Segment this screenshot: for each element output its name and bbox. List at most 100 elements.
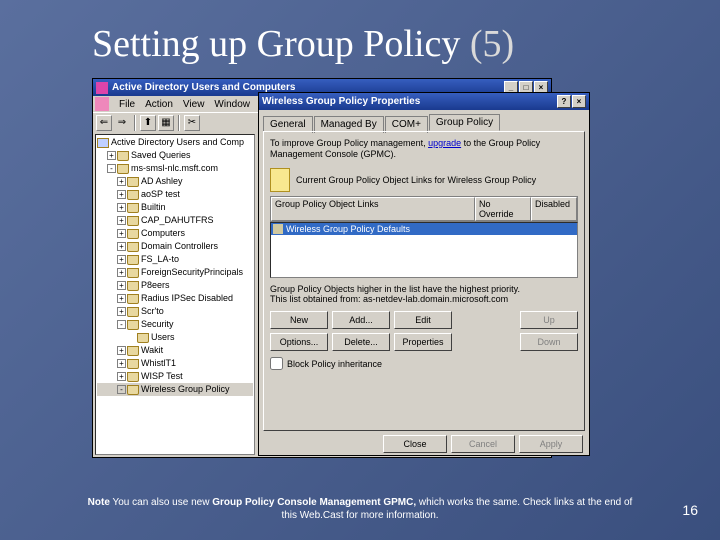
tree-label: Radius IPSec Disabled (141, 292, 233, 305)
tree-node[interactable]: + Computers (97, 227, 253, 240)
cancel-button[interactable]: Cancel (451, 435, 515, 453)
expand-toggle[interactable]: - (117, 320, 126, 329)
expand-toggle[interactable]: + (117, 177, 126, 186)
ou-icon (137, 333, 149, 343)
expand-toggle[interactable]: + (117, 359, 126, 368)
menu-window[interactable]: Window (214, 99, 250, 110)
ou-icon (127, 255, 139, 265)
expand-toggle[interactable]: + (117, 307, 126, 316)
tree-node[interactable]: +P8eers (97, 279, 253, 292)
up-button[interactable]: ⬆ (140, 115, 156, 131)
tree-node[interactable]: -Security (97, 318, 253, 331)
expand-toggle[interactable]: + (117, 203, 126, 212)
delete-button[interactable]: Delete... (332, 333, 390, 351)
tree-root[interactable]: Active Directory Users and Comp (97, 136, 253, 149)
tree-label: AD Ashley (141, 175, 183, 188)
expand-toggle[interactable]: + (117, 346, 126, 355)
tree-node[interactable]: -Wireless Group Policy (97, 383, 253, 396)
expand-toggle[interactable]: - (107, 164, 116, 173)
tree-node[interactable]: + WISP Test (97, 370, 253, 383)
expand-toggle[interactable]: + (117, 268, 126, 277)
tree-node[interactable]: +Saved Queries (97, 149, 253, 162)
tree-node[interactable]: +CAP_DAHUTFRS (97, 214, 253, 227)
tree-node[interactable]: + Radius IPSec Disabled (97, 292, 253, 305)
back-button[interactable]: ⇐ (96, 115, 112, 131)
properties-button[interactable]: Properties (394, 333, 452, 351)
tab-group-policy[interactable]: Group Policy (429, 114, 500, 131)
col-no-override[interactable]: No Override (475, 197, 531, 221)
expand-toggle[interactable]: + (117, 190, 126, 199)
expand-toggle[interactable]: + (117, 372, 126, 381)
ou-icon (127, 372, 139, 382)
tree-label: aoSP test (141, 188, 180, 201)
ou-icon (127, 346, 139, 356)
expand-toggle[interactable]: + (117, 216, 126, 225)
title-num: (5) (470, 23, 514, 65)
gpo-list[interactable]: Wireless Group Policy Defaults (270, 222, 578, 278)
col-links[interactable]: Group Policy Object Links (271, 197, 475, 221)
cut-button[interactable]: ✂ (184, 115, 200, 131)
forward-button[interactable]: ⇒ (114, 115, 130, 131)
expand-toggle[interactable]: + (117, 242, 126, 251)
ou-icon (127, 359, 139, 369)
show-hide-button[interactable]: ▦ (158, 115, 174, 131)
block-inheritance-input[interactable] (270, 357, 283, 370)
menu-file[interactable]: File (119, 99, 135, 110)
expand-toggle[interactable]: + (117, 255, 126, 264)
props-close-button[interactable]: × (572, 95, 586, 108)
upgrade-link[interactable]: upgrade (428, 138, 461, 148)
props-title: Wireless Group Policy Properties (262, 96, 420, 107)
tree-node[interactable]: + ForeignSecurityPrincipals (97, 266, 253, 279)
options-button[interactable]: Options... (270, 333, 328, 351)
tree-label: FS_LA-to (141, 253, 179, 266)
ou-icon (117, 151, 129, 161)
col-disabled[interactable]: Disabled (531, 197, 577, 221)
tree-node[interactable]: + Builtin (97, 201, 253, 214)
tree-label: Users (151, 331, 175, 344)
ou-icon (127, 294, 139, 304)
tree-label: ForeignSecurityPrincipals (141, 266, 243, 279)
close-dialog-button[interactable]: Close (383, 435, 447, 453)
add-button[interactable]: Add... (332, 311, 390, 329)
ou-icon (117, 164, 129, 174)
properties-dialog: Wireless Group Policy Properties ? × Gen… (258, 92, 590, 456)
menu-view[interactable]: View (183, 99, 205, 110)
ou-icon (127, 203, 139, 213)
tree-label: Builtin (141, 201, 166, 214)
ou-icon (127, 190, 139, 200)
expand-toggle[interactable]: + (117, 294, 126, 303)
gpo-icon (273, 224, 283, 234)
block-inheritance-checkbox[interactable]: Block Policy inheritance (270, 357, 578, 370)
expand-toggle[interactable]: + (117, 229, 126, 238)
tree-node[interactable]: +Scr'to (97, 305, 253, 318)
expand-toggle[interactable]: + (107, 151, 116, 160)
app-menu-icon (95, 97, 109, 111)
props-titlebar: Wireless Group Policy Properties ? × (259, 93, 589, 110)
down-button[interactable]: Down (520, 333, 578, 351)
tree-node[interactable]: + FS_LA-to (97, 253, 253, 266)
expand-toggle[interactable]: + (117, 281, 126, 290)
tree-label: Wakit (141, 344, 163, 357)
new-button[interactable]: New (270, 311, 328, 329)
folder-icon (97, 138, 109, 148)
help-button[interactable]: ? (557, 95, 571, 108)
tree-node[interactable]: +Domain Controllers (97, 240, 253, 253)
aduc-tree[interactable]: Active Directory Users and Comp +Saved Q… (95, 134, 255, 455)
tree-node[interactable]: -ms-smsl-nlc.msft.com (97, 162, 253, 175)
ou-icon (127, 242, 139, 252)
expand-toggle[interactable]: - (117, 385, 126, 394)
menu-action[interactable]: Action (145, 99, 173, 110)
ou-icon (127, 216, 139, 226)
tree-label: Computers (141, 227, 185, 240)
tree-node[interactable]: + AD Ashley (97, 175, 253, 188)
edit-button[interactable]: Edit (394, 311, 452, 329)
apply-button[interactable]: Apply (519, 435, 583, 453)
tree-label: WISP Test (141, 370, 183, 383)
tree-node[interactable]: + aoSP test (97, 188, 253, 201)
tree-node[interactable]: + Wakit (97, 344, 253, 357)
gpo-row[interactable]: Wireless Group Policy Defaults (271, 223, 577, 235)
tree-node[interactable]: +WhistlT1 (97, 357, 253, 370)
up-button[interactable]: Up (520, 311, 578, 329)
tree-node[interactable]: Users (97, 331, 253, 344)
ou-icon (127, 320, 139, 330)
